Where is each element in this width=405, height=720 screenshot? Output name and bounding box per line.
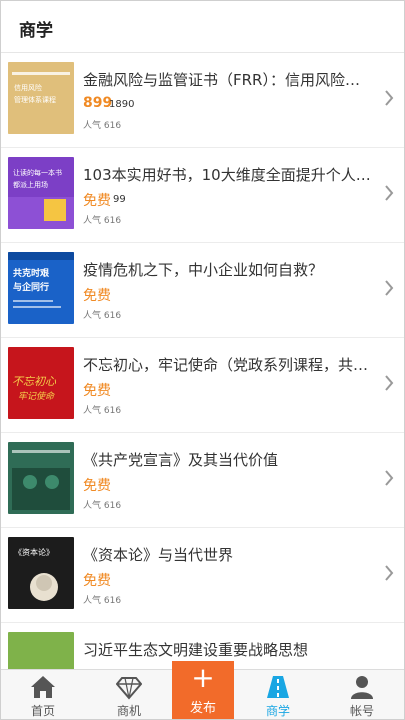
list-item[interactable]: 信用风险 管理体系课程 金融风险与监管证书（FRR）：信用风险… 899 189… — [1, 53, 404, 148]
publish-label: 发布 — [189, 701, 216, 716]
course-cover-image: 《资本论》 — [8, 537, 74, 609]
popularity-count: 人气 616 — [83, 216, 122, 226]
course-price: 免费 — [83, 478, 111, 494]
list-item[interactable]: 让读的每一本书 都派上用场 103本实用好书，10大维度全面提升个人… 免费 9… — [1, 148, 404, 243]
diamond-icon — [116, 677, 142, 700]
course-title[interactable]: 《共产党宣言》及其当代价值 — [83, 449, 379, 470]
course-price: 免费 — [83, 573, 111, 589]
list-item[interactable]: 《资本论》 《资本论》与当代世界 免费 人气 616 — [1, 528, 404, 623]
chevron-right-icon — [385, 565, 394, 581]
course-cover-image — [8, 632, 74, 669]
home-icon — [31, 676, 55, 698]
course-cover-image — [8, 442, 74, 514]
svg-text:都派上用场: 都派上用场 — [13, 180, 48, 189]
tab-opportunity[interactable]: 商机 — [89, 670, 169, 719]
tab-label: 帐号 — [349, 704, 374, 718]
tab-account[interactable]: 帐号 — [322, 670, 402, 719]
course-title[interactable]: 《资本论》与当代世界 — [83, 544, 379, 565]
course-title[interactable]: 103本实用好书，10大维度全面提升个人… — [83, 164, 379, 185]
course-price: 899 — [83, 95, 113, 111]
header-bar: 商学 — [1, 1, 404, 53]
road-icon — [267, 676, 289, 698]
svg-text:共克时艰: 共克时艰 — [13, 267, 50, 279]
popularity-count: 人气 616 — [83, 406, 122, 416]
list-item[interactable]: 共克时艰 与企同行 疫情危机之下，中小企业如何自救？ 免费 人气 616 — [1, 243, 404, 338]
app-screen: 商学 信用风险 管理体系课程 金融风险与监管证书（FRR）：信用风险… 899 … — [0, 0, 405, 720]
plus-icon: + — [191, 661, 215, 694]
course-cover-image: 信用风险 管理体系课程 — [8, 62, 74, 134]
svg-text:《资本论》: 《资本论》 — [14, 547, 54, 557]
course-title[interactable]: 疫情危机之下，中小企业如何自救？ — [83, 259, 379, 280]
original-price: 99 — [113, 194, 126, 205]
svg-text:信用风险: 信用风险 — [14, 83, 42, 92]
course-list[interactable]: 信用风险 管理体系课程 金融风险与监管证书（FRR）：信用风险… 899 189… — [1, 53, 404, 669]
svg-text:牢记使命: 牢记使命 — [18, 391, 55, 402]
list-item[interactable]: 《共产党宣言》及其当代价值 免费 人气 616 — [1, 433, 404, 528]
chevron-right-icon — [385, 280, 394, 296]
course-title[interactable]: 不忘初心，牢记使命（党政系列课程，共… — [83, 354, 379, 375]
user-icon — [351, 676, 373, 699]
popularity-count: 人气 616 — [83, 596, 122, 606]
tab-home[interactable]: 首页 — [3, 670, 83, 719]
page-title: 商学 — [19, 21, 53, 41]
original-price: 1890 — [109, 99, 135, 110]
publish-button[interactable]: + 发布 — [172, 661, 234, 719]
course-price: 免费 — [83, 383, 111, 399]
chevron-right-icon — [385, 470, 394, 486]
tab-label: 商学 — [265, 704, 290, 718]
course-title[interactable]: 金融风险与监管证书（FRR）：信用风险… — [83, 69, 379, 90]
svg-text:与企同行: 与企同行 — [13, 281, 49, 293]
popularity-count: 人气 616 — [83, 501, 122, 511]
svg-text:不忘初心: 不忘初心 — [12, 375, 57, 388]
svg-text:让读的每一本书: 让读的每一本书 — [13, 168, 62, 177]
popularity-count: 人气 616 — [83, 311, 122, 321]
chevron-right-icon — [385, 185, 394, 201]
course-cover-image: 共克时艰 与企同行 — [8, 252, 74, 324]
list-item[interactable]: 不忘初心 牢记使命 不忘初心，牢记使命（党政系列课程，共… 免费 人气 616 — [1, 338, 404, 433]
course-price: 免费 — [83, 288, 111, 304]
chevron-right-icon — [385, 90, 394, 106]
course-cover-image: 不忘初心 牢记使命 — [8, 347, 74, 419]
tab-label: 商机 — [116, 704, 141, 718]
svg-text:管理体系课程: 管理体系课程 — [14, 95, 56, 104]
tab-business-school[interactable]: 商学 — [238, 670, 318, 719]
chevron-right-icon — [385, 375, 394, 391]
tab-label: 首页 — [30, 704, 55, 718]
course-cover-image: 让读的每一本书 都派上用场 — [8, 157, 74, 229]
course-title[interactable]: 习近平生态文明建设重要战略思想 — [83, 639, 379, 660]
course-price: 免费 — [83, 193, 111, 209]
popularity-count: 人气 616 — [83, 121, 122, 131]
